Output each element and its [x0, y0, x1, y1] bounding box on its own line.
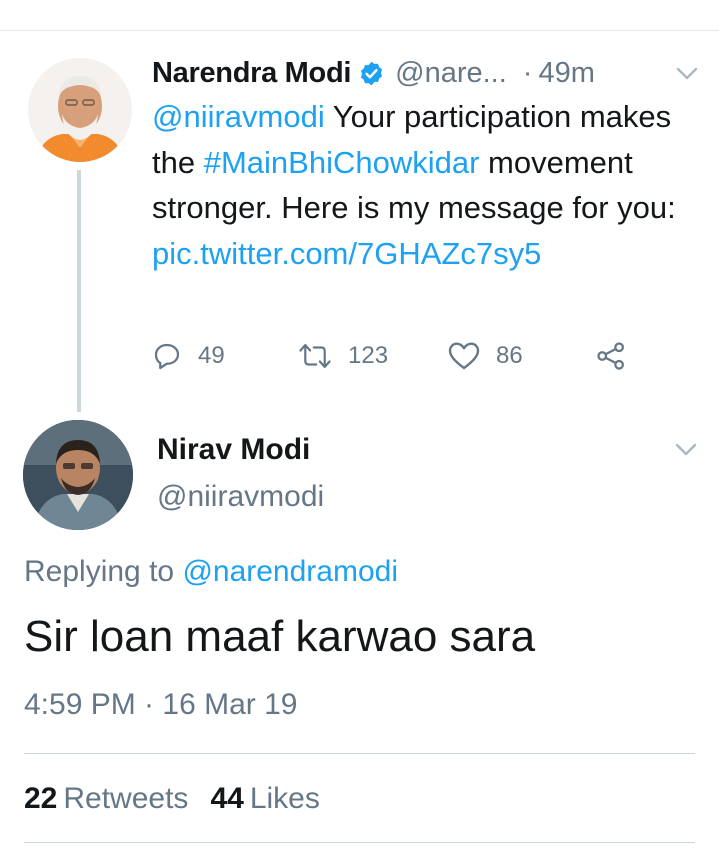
retweets-count: 22 — [24, 782, 57, 815]
heart-icon — [448, 341, 480, 371]
like-count: 86 — [496, 342, 523, 370]
tweet-stats: 22Retweets 44Likes — [24, 782, 320, 816]
parent-tweet-header: Narendra Modi @nare... · 49m — [152, 52, 697, 94]
reply-count: 49 — [198, 342, 225, 370]
reply-button[interactable]: 49 — [152, 336, 225, 376]
share-button[interactable] — [596, 336, 626, 376]
replying-to-line: Replying to @narendramodi — [24, 555, 398, 589]
retweets-label: Retweets — [63, 782, 188, 815]
replying-to-label: Replying to — [24, 555, 182, 588]
retweet-count: 123 — [348, 342, 388, 370]
tweet-detail-view: Narendra Modi @nare... · 49m @niiravmodi… — [0, 0, 719, 856]
nirav-modi-avatar[interactable] — [23, 420, 133, 530]
likes-stat[interactable]: 44Likes — [210, 782, 319, 815]
reply-tweet-author-name[interactable]: Nirav Modi — [157, 433, 310, 467]
stats-top-divider — [24, 753, 695, 754]
retweet-button[interactable]: 123 — [298, 336, 388, 376]
reply-tweet-timestamp[interactable]: 4:59 PM · 16 Mar 19 — [24, 688, 297, 722]
reply-tweet-text: Sir loan maaf karwao sara — [24, 612, 535, 662]
retweet-icon — [298, 341, 332, 371]
parent-tweet-author-name[interactable]: Narendra Modi — [152, 57, 351, 90]
reply-tweet-handle[interactable]: @niiravmodi — [157, 480, 324, 514]
top-divider — [0, 30, 719, 31]
parent-tweet-time[interactable]: 49m — [538, 57, 594, 90]
replying-to-mention[interactable]: @narendramodi — [182, 555, 398, 588]
narendra-modi-avatar[interactable] — [28, 58, 132, 162]
parent-tweet-handle[interactable]: @nare... — [395, 57, 507, 90]
share-icon — [596, 341, 626, 371]
media-link[interactable]: pic.twitter.com/7GHAZc7sy5 — [152, 236, 541, 271]
likes-label: Likes — [250, 782, 320, 815]
retweets-stat[interactable]: 22Retweets — [24, 782, 188, 815]
chevron-down-icon[interactable] — [676, 67, 698, 81]
chevron-down-icon[interactable] — [675, 443, 697, 457]
verified-badge-icon — [358, 60, 385, 87]
reply-icon — [152, 341, 182, 371]
hashtag-link[interactable]: #MainBhiChowkidar — [204, 145, 480, 180]
like-button[interactable]: 86 — [448, 336, 523, 376]
likes-count: 44 — [210, 782, 243, 815]
thread-connector-line — [77, 170, 81, 412]
mention-link[interactable]: @niiravmodi — [152, 99, 325, 134]
parent-tweet-text: @niiravmodi Your participation makes the… — [152, 94, 692, 276]
stats-bottom-divider — [24, 842, 695, 843]
header-separator: · — [523, 57, 533, 90]
